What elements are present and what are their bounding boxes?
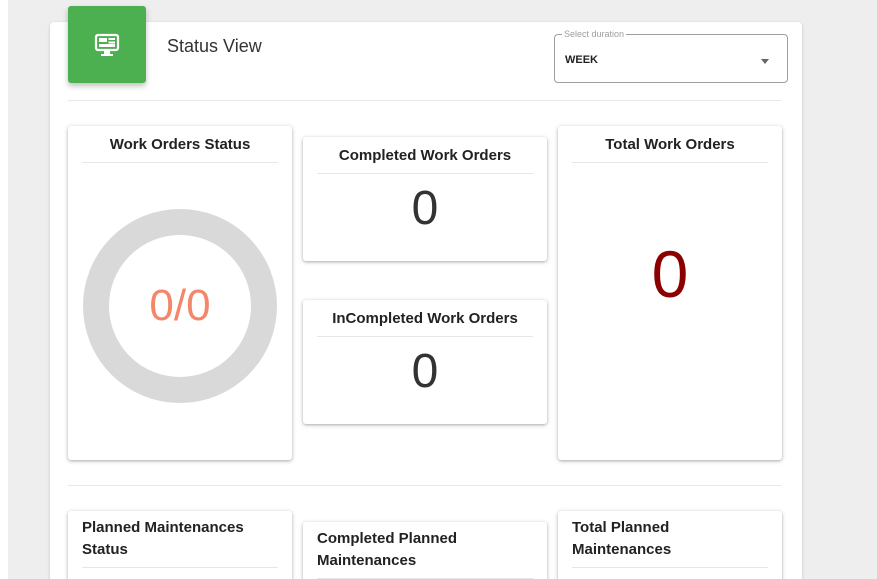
header-divider	[68, 100, 781, 101]
page-title: Status View	[167, 36, 262, 56]
work-orders-status-value: 0/0	[149, 281, 211, 330]
header-icon-box	[68, 6, 146, 83]
card-title: InCompleted Work Orders	[317, 308, 533, 337]
work-orders-status-card: Work Orders Status 0/0	[68, 126, 292, 460]
total-planned-maintenances-card: Total Planned Maintenances	[558, 511, 782, 579]
total-work-orders-card: Total Work Orders 0	[558, 126, 782, 460]
planned-maintenances-status-card: Planned Maintenances Status	[68, 511, 292, 579]
duration-select-label: Select duration	[562, 28, 627, 40]
card-title: Planned Maintenances Status	[82, 517, 278, 568]
completed-work-orders-value: 0	[411, 182, 439, 235]
card-title: Completed Planned Maintenances	[317, 528, 533, 579]
card-title: Completed Work Orders	[317, 145, 533, 174]
completed-work-orders-card: Completed Work Orders 0	[303, 137, 547, 261]
monitor-dashboard-icon	[94, 33, 120, 56]
incompleted-work-orders-card: InCompleted Work Orders 0	[303, 300, 547, 424]
section-divider	[68, 485, 781, 486]
chevron-down-icon[interactable]	[761, 59, 769, 64]
completed-planned-maintenances-card: Completed Planned Maintenances	[303, 522, 547, 579]
work-orders-donut-chart: 0/0	[82, 208, 278, 404]
duration-select[interactable]: Select duration WEEK	[554, 28, 788, 83]
card-title: Total Planned Maintenances	[572, 517, 768, 568]
left-edge	[0, 0, 8, 579]
incompleted-work-orders-value: 0	[411, 345, 439, 398]
duration-select-value: WEEK	[565, 54, 598, 66]
card-title: Total Work Orders	[572, 134, 768, 163]
total-work-orders-value: 0	[651, 237, 689, 311]
card-title: Work Orders Status	[82, 134, 278, 163]
